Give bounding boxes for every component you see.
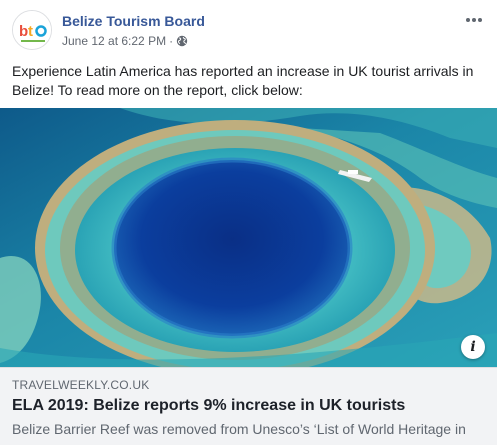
- info-icon[interactable]: i: [461, 335, 485, 359]
- svg-text:t: t: [28, 23, 33, 40]
- blue-hole-photo[interactable]: i: [0, 108, 497, 367]
- link-headline[interactable]: ELA 2019: Belize reports 9% increase in …: [12, 397, 485, 415]
- link-domain: TRAVELWEEKLY.CO.UK: [12, 378, 150, 392]
- post-meta: June 12 at 6:22 PM ·: [62, 34, 188, 48]
- post-message: Experience Latin America has reported an…: [12, 63, 474, 98]
- svg-text:b: b: [19, 23, 28, 40]
- facebook-post: b t Belize Tourism Board June 12 at 6:22…: [0, 0, 497, 445]
- link-description: Belize Barrier Reef was removed from Une…: [12, 421, 466, 437]
- bt-logo: b t: [13, 11, 51, 49]
- link-preview-card[interactable]: i TRAVELWEEKLY.CO.UK ELA 2019: Belize re…: [0, 108, 497, 445]
- page-avatar[interactable]: b t: [12, 10, 52, 50]
- meta-separator: ·: [169, 34, 174, 48]
- more-options-icon[interactable]: [461, 10, 487, 30]
- globe-icon[interactable]: [176, 35, 188, 47]
- post-timestamp[interactable]: June 12 at 6:22 PM: [62, 34, 166, 48]
- page-name-link[interactable]: Belize Tourism Board: [62, 13, 205, 29]
- link-caption[interactable]: TRAVELWEEKLY.CO.UK ELA 2019: Belize repo…: [0, 367, 497, 445]
- post-header: b t Belize Tourism Board June 12 at 6:22…: [12, 10, 487, 52]
